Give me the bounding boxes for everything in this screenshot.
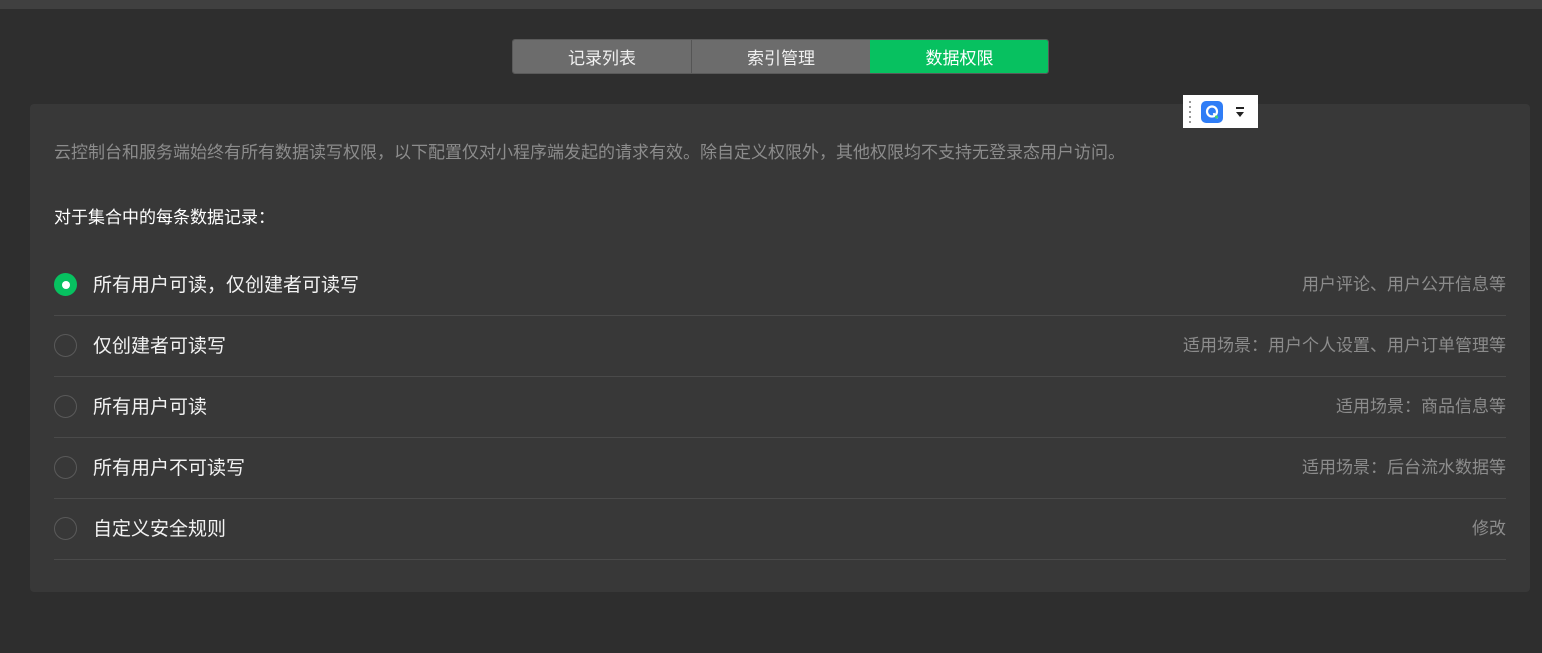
section-title: 对于集合中的每条数据记录： bbox=[54, 208, 275, 228]
option-label: 所有用户可读 bbox=[93, 396, 208, 418]
radio-button[interactable] bbox=[54, 456, 77, 479]
permission-option-public-read-creator-write[interactable]: 所有用户可读，仅创建者可读写 用户评论、用户公开信息等 bbox=[54, 255, 1506, 316]
option-label: 所有用户不可读写 bbox=[93, 457, 246, 479]
floating-input-widget[interactable] bbox=[1183, 95, 1258, 128]
radio-button[interactable] bbox=[54, 395, 77, 418]
permissions-notice: 云控制台和服务端始终有所有数据读写权限，以下配置仅对小程序端发起的请求有效。除自… bbox=[54, 143, 1125, 163]
option-label: 仅创建者可读写 bbox=[93, 335, 227, 357]
permission-options: 所有用户可读，仅创建者可读写 用户评论、用户公开信息等 仅创建者可读写 适用场景… bbox=[54, 255, 1506, 560]
option-hint: 用户评论、用户公开信息等 bbox=[1302, 275, 1506, 295]
dropdown-arrow-icon[interactable] bbox=[1235, 102, 1245, 122]
radio-button[interactable] bbox=[54, 334, 77, 357]
tab-data-permissions[interactable]: 数据权限 bbox=[870, 40, 1048, 73]
option-hint: 适用场景：后台流水数据等 bbox=[1302, 458, 1506, 478]
permissions-panel: 云控制台和服务端始终有所有数据读写权限，以下配置仅对小程序端发起的请求有效。除自… bbox=[30, 104, 1530, 592]
option-label: 自定义安全规则 bbox=[93, 518, 227, 540]
top-toolbar-strip bbox=[0, 0, 1542, 9]
edit-rules-link[interactable]: 修改 bbox=[1472, 518, 1506, 540]
option-label: 所有用户可读，仅创建者可读写 bbox=[93, 274, 360, 296]
permission-option-public-read[interactable]: 所有用户可读 适用场景：商品信息等 bbox=[54, 377, 1506, 438]
option-hint: 适用场景：商品信息等 bbox=[1336, 397, 1506, 417]
radio-button[interactable] bbox=[54, 517, 77, 540]
drag-handle-icon[interactable] bbox=[1187, 100, 1193, 123]
q-app-icon[interactable] bbox=[1201, 100, 1223, 123]
tab-bar: 记录列表 索引管理 数据权限 bbox=[512, 39, 1049, 74]
option-hint: 适用场景：用户个人设置、用户订单管理等 bbox=[1183, 336, 1506, 356]
permission-option-creator-only[interactable]: 仅创建者可读写 适用场景：用户个人设置、用户订单管理等 bbox=[54, 316, 1506, 377]
tab-index-management[interactable]: 索引管理 bbox=[691, 40, 870, 73]
permission-option-custom-rules[interactable]: 自定义安全规则 修改 bbox=[54, 499, 1506, 560]
permission-option-no-access[interactable]: 所有用户不可读写 适用场景：后台流水数据等 bbox=[54, 438, 1506, 499]
tab-record-list[interactable]: 记录列表 bbox=[513, 40, 691, 73]
radio-button-selected[interactable] bbox=[54, 273, 77, 296]
